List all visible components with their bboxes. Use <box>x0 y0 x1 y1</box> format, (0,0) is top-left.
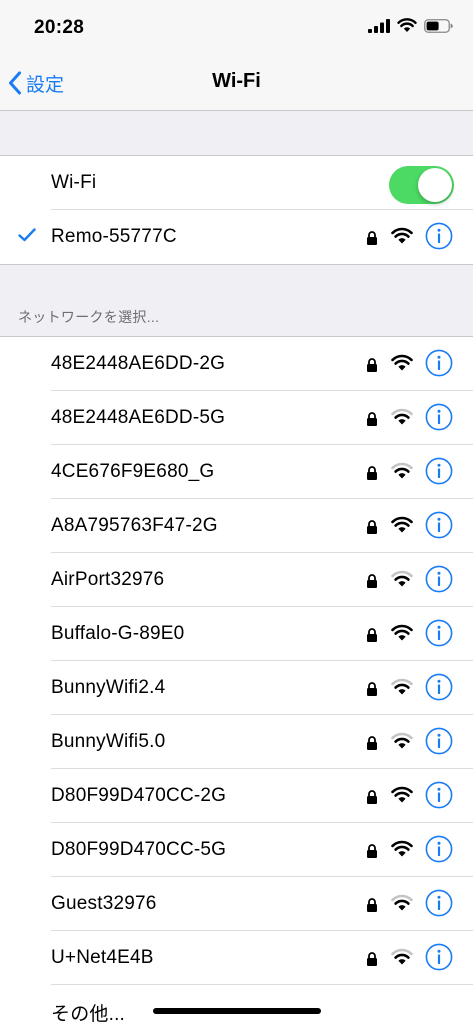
network-name: 48E2448AE6DD-2G <box>51 353 226 374</box>
wifi-signal-icon <box>391 624 413 641</box>
network-name: D80F99D470CC-2G <box>51 785 227 806</box>
other-network-label: その他... <box>51 1003 126 1024</box>
wifi-signal-icon <box>391 678 413 695</box>
other-network-row[interactable]: その他... <box>0 985 473 1024</box>
network-name: AirPort32976 <box>51 569 165 590</box>
battery-icon <box>424 18 453 33</box>
lock-icon <box>367 520 377 534</box>
wifi-icon <box>397 18 417 32</box>
lock-icon <box>367 952 377 966</box>
toggle-knob <box>418 168 452 202</box>
status-time: 20:28 <box>34 17 85 38</box>
wifi-signal-icon <box>391 570 413 587</box>
wifi-settings-screen: 20:28 設定 Wi-Fi Wi-Fi Remo-55777C ネットワークを… <box>0 0 473 1024</box>
network-row[interactable]: 4CE676F9E680_G <box>0 445 473 499</box>
lock-icon <box>367 628 377 642</box>
wifi-signal-icon <box>391 948 413 965</box>
network-name: D80F99D470CC-5G <box>51 839 227 860</box>
lock-icon <box>367 682 377 696</box>
page-title: Wi-Fi <box>212 70 261 92</box>
network-row[interactable]: D80F99D470CC-5G <box>0 823 473 877</box>
network-row[interactable]: Guest32976 <box>0 877 473 931</box>
wifi-signal-icon <box>391 516 413 533</box>
wifi-status-group: Wi-Fi Remo-55777C <box>0 155 473 265</box>
info-icon[interactable] <box>425 511 453 539</box>
network-name: BunnyWifi5.0 <box>51 731 166 752</box>
lock-icon <box>367 790 377 804</box>
info-icon[interactable] <box>425 781 453 809</box>
lock-icon <box>367 412 377 426</box>
wifi-signal-icon <box>391 786 413 803</box>
network-name: 48E2448AE6DD-5G <box>51 407 226 428</box>
lock-icon <box>367 898 377 912</box>
lock-icon <box>367 358 377 372</box>
network-row[interactable]: BunnyWifi2.4 <box>0 661 473 715</box>
info-icon[interactable] <box>425 565 453 593</box>
info-icon[interactable] <box>425 673 453 701</box>
wifi-signal-icon <box>391 840 413 857</box>
network-name: Guest32976 <box>51 893 157 914</box>
info-icon[interactable] <box>425 889 453 917</box>
info-icon[interactable] <box>425 457 453 485</box>
wifi-signal-icon <box>391 354 413 371</box>
info-icon[interactable] <box>425 727 453 755</box>
connected-network-name: Remo-55777C <box>51 226 177 247</box>
status-bar: 20:28 <box>0 0 473 56</box>
network-name: 4CE676F9E680_G <box>51 461 215 482</box>
info-icon[interactable] <box>425 835 453 863</box>
info-icon[interactable] <box>425 619 453 647</box>
home-indicator[interactable] <box>153 1008 321 1014</box>
network-row[interactable]: 48E2448AE6DD-2G <box>0 337 473 391</box>
lock-icon <box>367 466 377 480</box>
network-row[interactable]: 48E2448AE6DD-5G <box>0 391 473 445</box>
signal-bars-icon <box>368 18 390 33</box>
info-icon[interactable] <box>425 403 453 431</box>
wifi-signal-icon <box>391 227 413 244</box>
wifi-signal-icon <box>391 408 413 425</box>
network-row[interactable]: AirPort32976 <box>0 553 473 607</box>
lock-icon <box>367 736 377 750</box>
network-name: Buffalo-G-89E0 <box>51 623 185 644</box>
wifi-toggle-switch[interactable] <box>389 166 454 204</box>
choose-network-header: ネットワークを選択... <box>18 309 160 325</box>
info-icon[interactable] <box>425 349 453 377</box>
connected-network-row[interactable]: Remo-55777C <box>0 210 473 264</box>
wifi-toggle-label: Wi-Fi <box>51 172 97 193</box>
checkmark-icon <box>18 228 36 242</box>
wifi-signal-icon <box>391 732 413 749</box>
wifi-signal-icon <box>391 894 413 911</box>
info-icon[interactable] <box>425 943 453 971</box>
network-row[interactable]: A8A795763F47-2G <box>0 499 473 553</box>
lock-icon <box>367 574 377 588</box>
wifi-toggle-row: Wi-Fi <box>0 156 473 210</box>
network-row[interactable]: D80F99D470CC-2G <box>0 769 473 823</box>
network-list: 48E2448AE6DD-2G 48E2448AE6DD-5G 4CE676F9… <box>0 336 473 1024</box>
network-row[interactable]: U+Net4E4B <box>0 931 473 985</box>
lock-icon <box>367 844 377 858</box>
wifi-signal-icon <box>391 462 413 479</box>
network-row[interactable]: BunnyWifi5.0 <box>0 715 473 769</box>
status-icons <box>368 18 453 33</box>
network-name: BunnyWifi2.4 <box>51 677 166 698</box>
info-icon[interactable] <box>425 222 453 250</box>
network-row[interactable]: Buffalo-G-89E0 <box>0 607 473 661</box>
network-name: A8A795763F47-2G <box>51 515 218 536</box>
navigation-bar: 設定 Wi-Fi <box>0 56 473 111</box>
lock-icon <box>367 231 377 245</box>
network-name: U+Net4E4B <box>51 947 154 968</box>
